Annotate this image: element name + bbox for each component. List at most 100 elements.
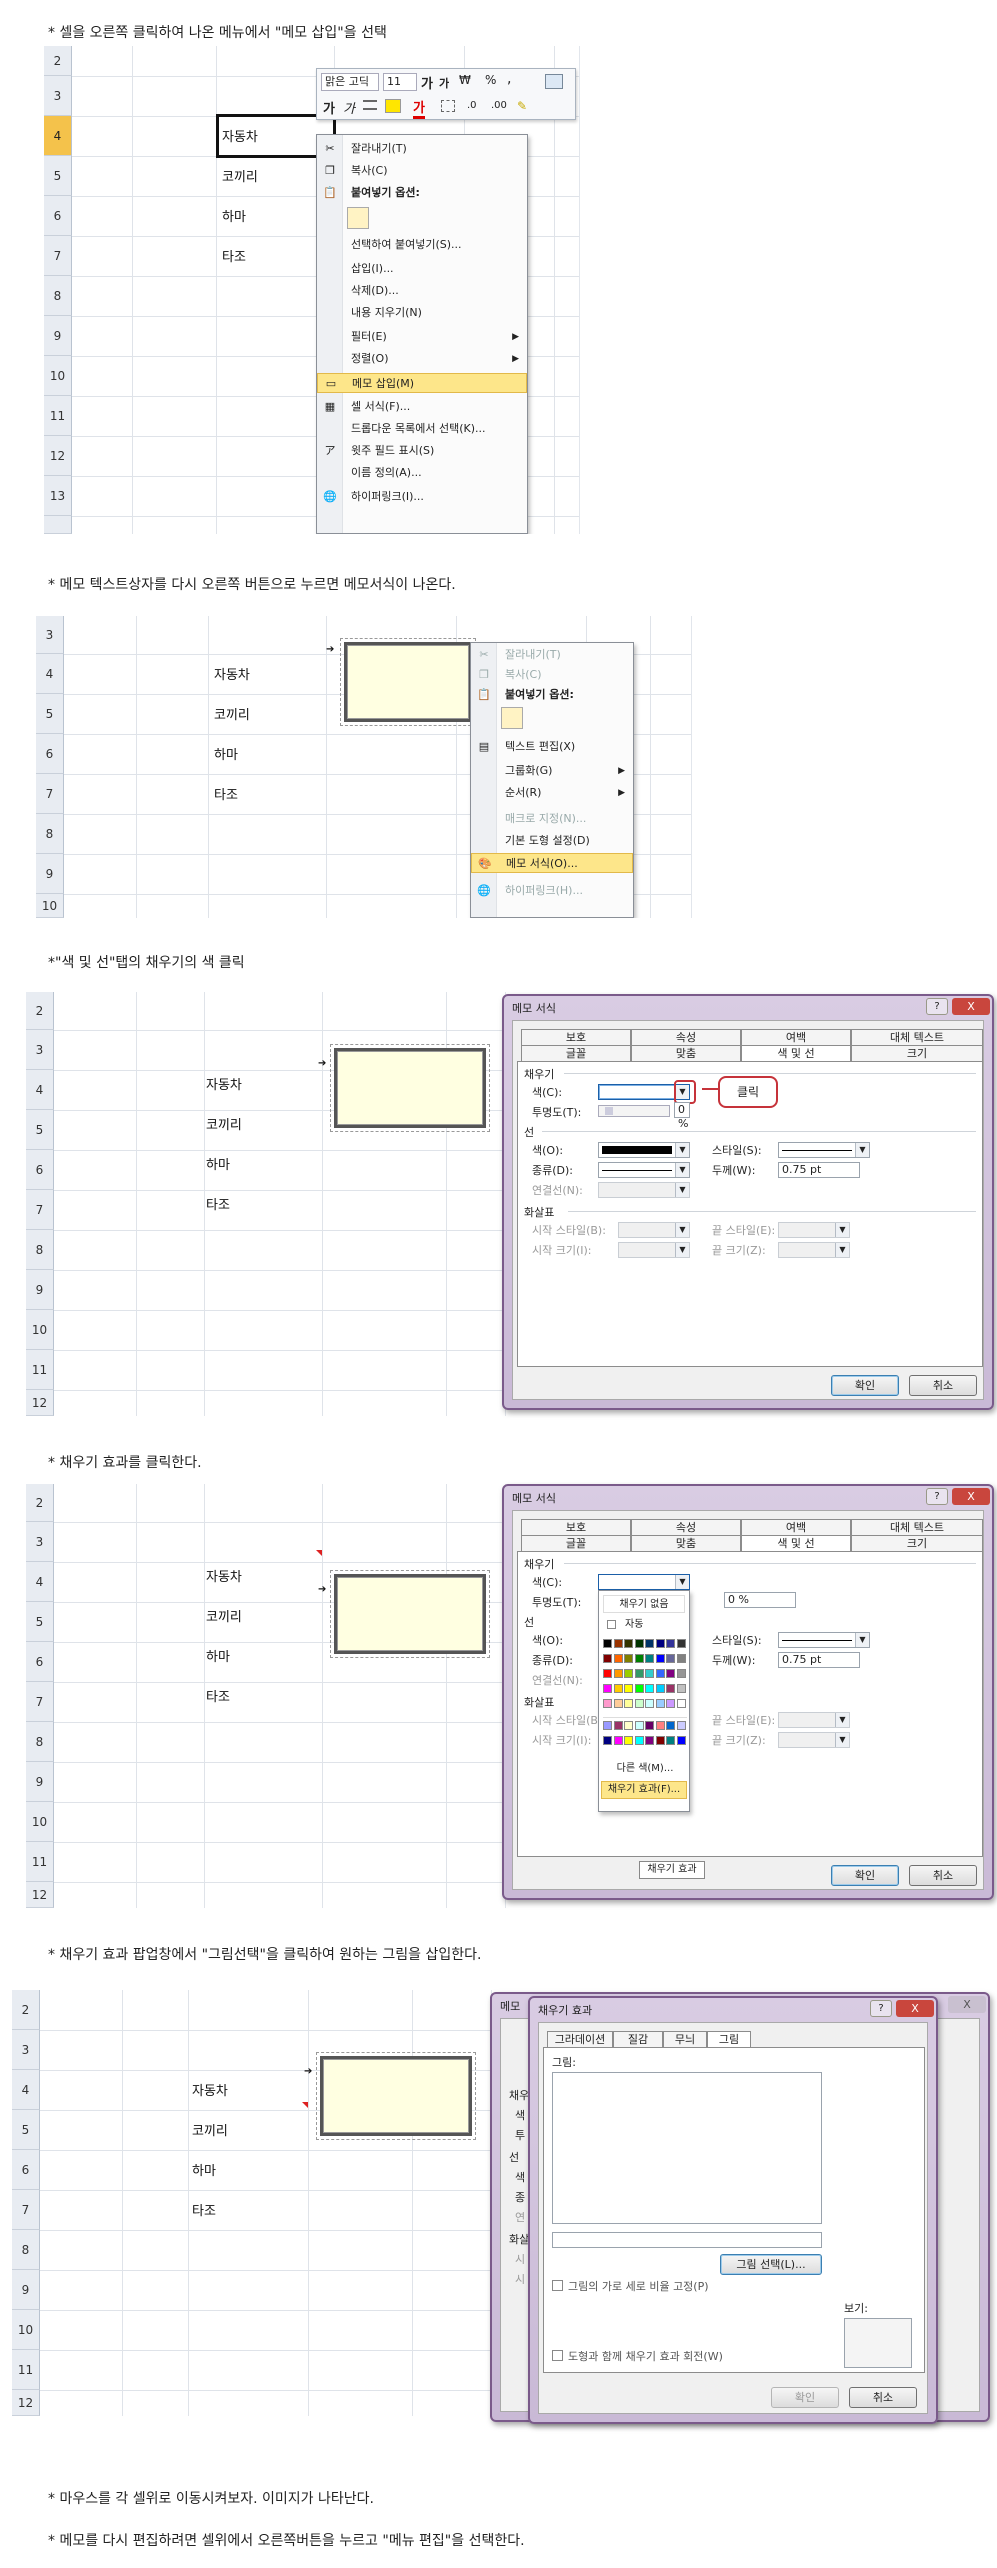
color-swatch[interactable] <box>645 1736 654 1745</box>
chevron-down-icon[interactable]: ▼ <box>835 1243 849 1257</box>
select-picture-button[interactable]: 그림 선택(L)... <box>720 2254 822 2275</box>
cell-value[interactable]: 코끼리 <box>214 704 250 723</box>
cell-value[interactable]: 코끼리 <box>206 1606 242 1625</box>
row-header[interactable]: 8 <box>44 276 72 316</box>
grow-font-button[interactable]: 가 <box>421 73 433 92</box>
cell-value[interactable]: 하마 <box>222 206 246 225</box>
menu-item-insert[interactable]: 삽입(I)... <box>317 259 527 279</box>
row-header[interactable]: 8 <box>26 1230 54 1270</box>
color-swatch[interactable] <box>666 1669 675 1678</box>
menu-item-insert-comment[interactable]: ▭ 메모 삽입(M) <box>317 373 527 393</box>
color-swatch[interactable] <box>655 1736 665 1745</box>
color-swatch[interactable] <box>613 1684 623 1693</box>
color-swatch[interactable] <box>655 1721 665 1730</box>
row-header[interactable]: 2 <box>26 992 54 1030</box>
more-colors-option[interactable]: 다른 색(M)... <box>603 1761 687 1777</box>
automatic-option[interactable]: 자동 <box>603 1617 685 1633</box>
color-swatch[interactable] <box>645 1654 654 1663</box>
row-header[interactable]: 8 <box>26 1722 54 1762</box>
color-swatch[interactable] <box>613 1736 623 1745</box>
menu-item-default-shape[interactable]: 기본 도형 설정(D) <box>471 831 633 851</box>
color-swatch[interactable] <box>603 1669 612 1678</box>
menu-item-cut[interactable]: ✂ 잘라내기(T) <box>317 139 527 159</box>
color-swatch[interactable] <box>603 1639 612 1648</box>
menu-item-edit-text[interactable]: ▤ 텍스트 편집(X) <box>471 737 633 757</box>
tab-margins[interactable]: 여백 <box>741 1029 851 1045</box>
row-header[interactable]: 6 <box>44 196 72 236</box>
row-header[interactable]: 2 <box>44 46 72 76</box>
row-header[interactable]: 8 <box>36 814 64 854</box>
row-header[interactable]: 3 <box>36 616 64 654</box>
tab-size[interactable]: 크기 <box>851 1045 983 1061</box>
line-weight-field[interactable]: 0.75 pt <box>778 1652 860 1668</box>
menu-item-copy[interactable]: ❐ 복사(C) <box>471 665 633 685</box>
cell-value[interactable]: 자동차 <box>214 664 250 683</box>
cell-value[interactable]: 하마 <box>214 744 238 763</box>
rotate-checkbox[interactable] <box>552 2350 563 2361</box>
tab-alt-text[interactable]: 대체 텍스트 <box>851 1519 983 1535</box>
row-header[interactable]: 10 <box>36 894 64 918</box>
chevron-down-icon[interactable]: ▼ <box>675 1163 689 1177</box>
color-swatch[interactable] <box>613 1654 623 1663</box>
tab-properties[interactable]: 속성 <box>631 1519 741 1535</box>
color-swatch[interactable] <box>603 1684 612 1693</box>
row-header[interactable]: 5 <box>12 2110 40 2150</box>
cell-value[interactable]: 타조 <box>192 2200 216 2219</box>
bold-button[interactable]: 가 <box>323 98 335 117</box>
close-button[interactable]: X <box>896 2000 934 2017</box>
menu-item-filter[interactable]: 필터(E) ▶ <box>317 327 527 347</box>
tab-colors-lines[interactable]: 색 및 선 <box>741 1045 851 1062</box>
transparency-slider[interactable] <box>598 1105 670 1117</box>
tab-size[interactable]: 크기 <box>851 1535 983 1551</box>
fill-color-combo[interactable]: ▼ <box>598 1574 690 1590</box>
row-header[interactable]: 7 <box>36 774 64 814</box>
cell-value[interactable]: 타조 <box>222 246 246 265</box>
cell-value[interactable]: 타조 <box>214 784 238 803</box>
color-swatch[interactable] <box>666 1721 675 1730</box>
close-button[interactable]: X <box>948 1996 986 2013</box>
row-header[interactable]: 7 <box>44 236 72 276</box>
borders-icon[interactable] <box>441 100 455 112</box>
ok-button[interactable]: 확인 <box>771 2387 839 2408</box>
currency-button[interactable]: ₩ <box>459 73 471 87</box>
row-header-selected[interactable]: 4 <box>44 116 72 156</box>
tab-properties[interactable]: 속성 <box>631 1029 741 1045</box>
row-header[interactable]: 4 <box>12 2070 40 2110</box>
color-swatch[interactable] <box>676 1654 686 1663</box>
color-swatch[interactable] <box>676 1736 686 1745</box>
tab-font[interactable]: 글꼴 <box>521 1535 631 1551</box>
font-size-combo[interactable]: 11 <box>383 73 417 91</box>
cell-value[interactable]: 하마 <box>192 2160 216 2179</box>
color-swatch[interactable] <box>603 1699 612 1708</box>
end-style-combo[interactable]: ▼ <box>778 1712 850 1728</box>
chevron-down-icon[interactable]: ▼ <box>855 1633 869 1647</box>
color-swatch[interactable] <box>613 1721 623 1730</box>
chevron-down-icon[interactable]: ▼ <box>835 1713 849 1727</box>
cell-value[interactable]: 자동차 <box>192 2080 228 2099</box>
color-swatch[interactable] <box>624 1654 633 1663</box>
menu-item-paste-special[interactable]: 선택하여 붙여넣기(S)... <box>317 235 527 255</box>
color-swatch[interactable] <box>624 1699 633 1708</box>
color-swatch[interactable] <box>676 1639 686 1648</box>
menu-item-cut[interactable]: ✂ 잘라내기(T) <box>471 645 633 665</box>
cell-value[interactable]: 자동차 <box>222 126 258 145</box>
cell-value[interactable]: 자동차 <box>206 1074 242 1093</box>
color-swatch[interactable] <box>645 1684 654 1693</box>
row-header[interactable]: 5 <box>26 1602 54 1642</box>
row-header[interactable]: 5 <box>36 694 64 734</box>
cell-value[interactable]: 코끼리 <box>192 2120 228 2139</box>
cell-value[interactable]: 코끼리 <box>222 166 258 185</box>
row-header[interactable]: 7 <box>26 1190 54 1230</box>
color-swatch[interactable] <box>645 1699 654 1708</box>
color-swatch[interactable] <box>624 1684 633 1693</box>
row-header[interactable]: 11 <box>12 2350 40 2390</box>
font-name-combo[interactable]: 맑은 고딕 <box>321 73 379 91</box>
percent-button[interactable]: % <box>485 73 496 87</box>
memo-box[interactable] <box>330 1044 490 1132</box>
color-swatch[interactable] <box>634 1654 644 1663</box>
row-header[interactable]: 4 <box>26 1562 54 1602</box>
menu-item-format-comment[interactable]: 🎨 메모 서식(O)... <box>471 853 633 873</box>
color-swatch[interactable] <box>624 1669 633 1678</box>
format-painter-icon[interactable]: ✎ <box>517 99 527 113</box>
align-center-icon[interactable] <box>363 100 377 110</box>
